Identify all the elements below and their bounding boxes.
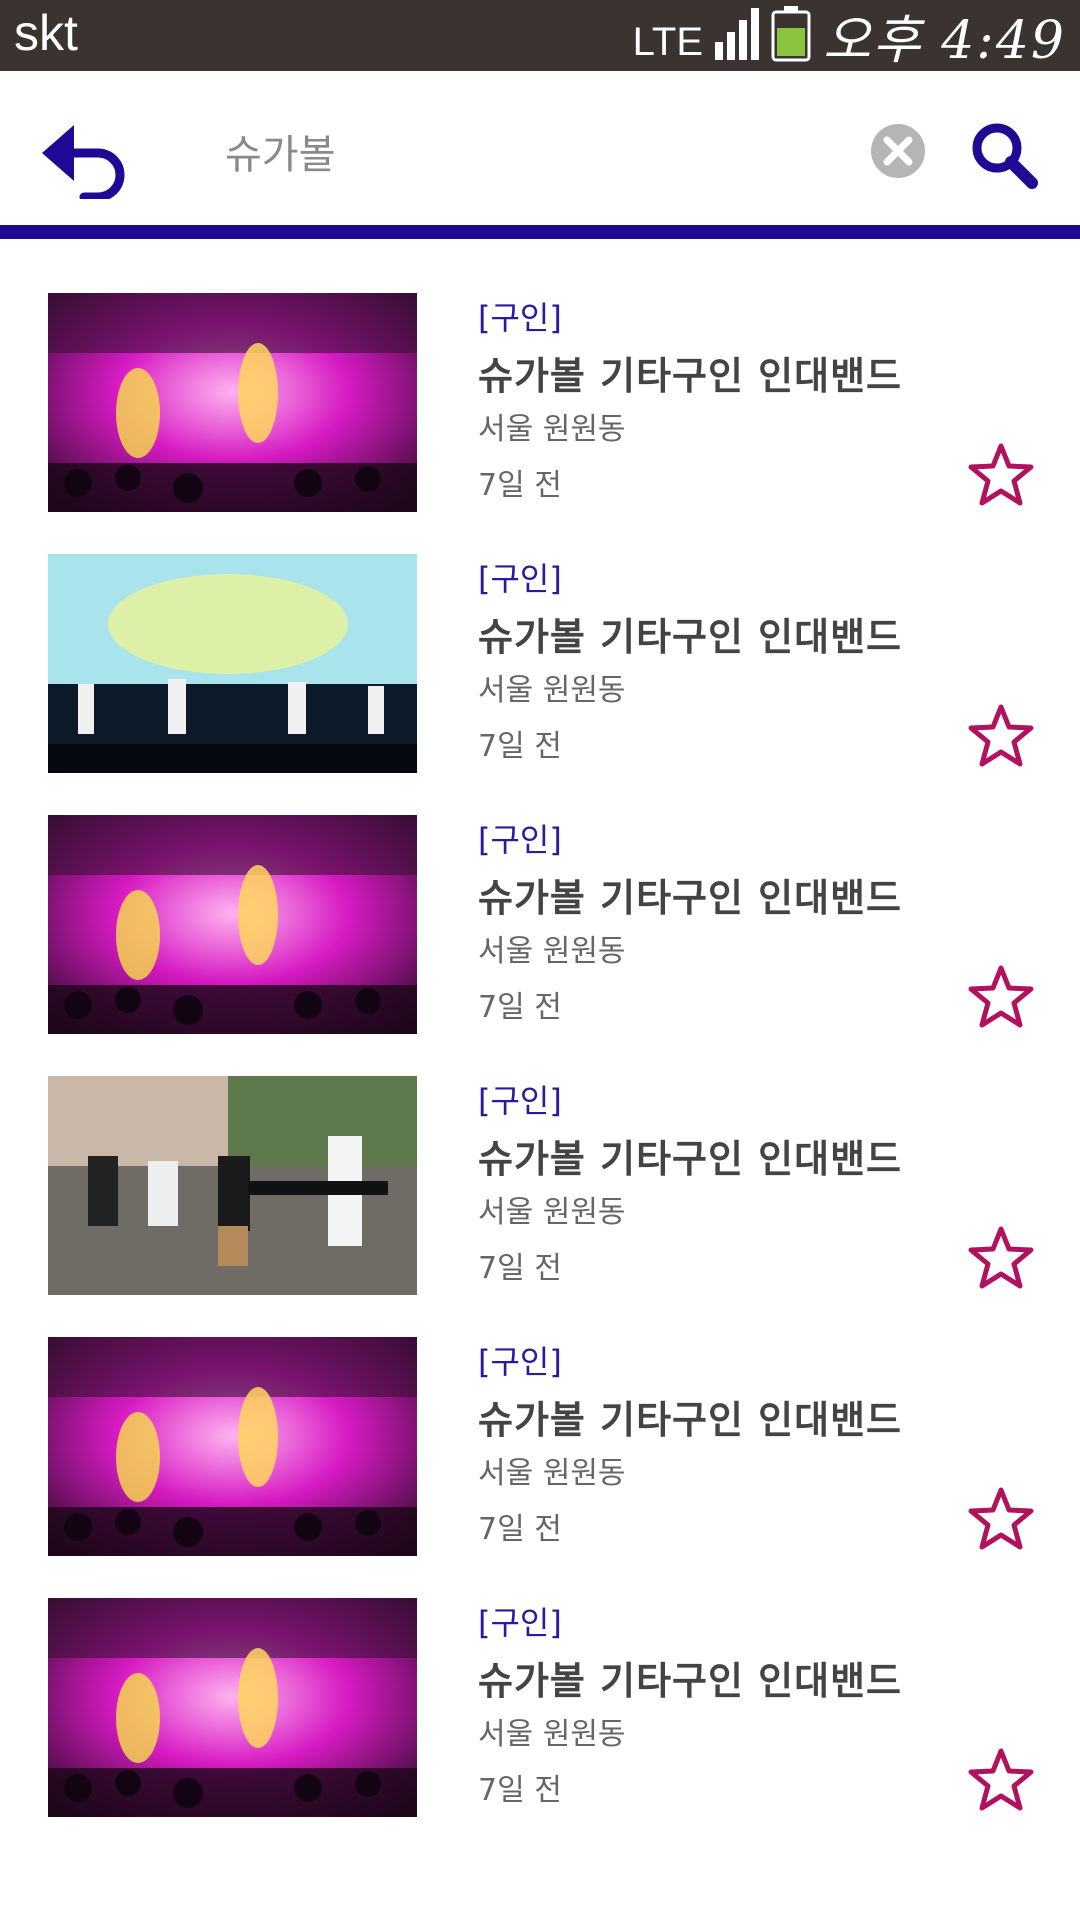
- thumbnail: [48, 1598, 417, 1817]
- list-item[interactable]: [구인] 슈가볼 기타구인 인대밴드 서울 원원동 7일 전: [0, 1544, 1080, 1817]
- item-tag: [구인]: [478, 1082, 562, 1120]
- item-location: 서울 원원동: [478, 1717, 626, 1752]
- thumbnail: [48, 1337, 417, 1556]
- header-divider: [0, 225, 1080, 239]
- item-title: 슈가볼 기타구인 인대밴드: [478, 1137, 903, 1181]
- battery-icon: [771, 5, 811, 66]
- item-location: 서울 원원동: [478, 1456, 626, 1491]
- favorite-button[interactable]: [968, 964, 1034, 1030]
- item-tag: [구인]: [478, 560, 562, 598]
- list-item[interactable]: [구인] 슈가볼 기타구인 인대밴드 서울 원원동 7일 전: [0, 239, 1080, 512]
- favorite-button[interactable]: [968, 1747, 1034, 1813]
- list-item[interactable]: [구인] 슈가볼 기타구인 인대밴드 서울 원원동 7일 전: [0, 500, 1080, 773]
- status-bar: skt LTE 오후 4:49: [0, 0, 1080, 71]
- favorite-button[interactable]: [968, 1225, 1034, 1291]
- item-date: 7일 전: [478, 1251, 562, 1286]
- clear-icon: [871, 124, 925, 178]
- item-tag: [구인]: [478, 821, 562, 859]
- undo-arrow-icon: [42, 125, 125, 202]
- item-tag: [구인]: [478, 299, 562, 337]
- star-icon: [968, 1226, 1034, 1289]
- network-type: LTE: [632, 20, 704, 64]
- search-icon: [972, 123, 1038, 189]
- star-icon: [968, 443, 1034, 506]
- item-date: 7일 전: [478, 990, 562, 1025]
- back-button[interactable]: [40, 119, 130, 202]
- item-location: 서울 원원동: [478, 934, 626, 969]
- list-item[interactable]: [구인] 슈가볼 기타구인 인대밴드 서울 원원동 7일 전: [0, 761, 1080, 1034]
- item-date: 7일 전: [478, 468, 562, 503]
- favorite-button[interactable]: [968, 1486, 1034, 1552]
- item-location: 서울 원원동: [478, 673, 626, 708]
- status-indicators: LTE 오후 4:49: [633, 0, 1066, 71]
- item-tag: [구인]: [478, 1604, 562, 1642]
- item-location: 서울 원원동: [478, 412, 626, 447]
- list-item[interactable]: [구인] 슈가볼 기타구인 인대밴드 서울 원원동 7일 전: [0, 1283, 1080, 1556]
- favorite-button[interactable]: [968, 442, 1034, 508]
- star-icon: [968, 1487, 1034, 1550]
- list-item[interactable]: [구인] 슈가볼 기타구인 인대밴드 서울 원원동 7일 전: [0, 1022, 1080, 1295]
- search-input[interactable]: [225, 121, 825, 181]
- carrier-label: skt: [14, 5, 78, 61]
- thumbnail: [48, 293, 417, 512]
- item-date: 7일 전: [478, 729, 562, 764]
- results-list: [구인] 슈가볼 기타구인 인대밴드 서울 원원동 7일 전 [구인] 슈가볼 …: [0, 239, 1080, 1817]
- thumbnail: [48, 815, 417, 1034]
- item-title: 슈가볼 기타구인 인대밴드: [478, 1659, 903, 1703]
- star-icon: [968, 704, 1034, 767]
- search-button[interactable]: [970, 121, 1038, 189]
- thumbnail: [48, 554, 417, 773]
- item-title: 슈가볼 기타구인 인대밴드: [478, 615, 903, 659]
- star-icon: [968, 1748, 1034, 1811]
- signal-icon: [715, 7, 760, 64]
- item-tag: [구인]: [478, 1343, 562, 1381]
- favorite-button[interactable]: [968, 703, 1034, 769]
- star-icon: [968, 965, 1034, 1028]
- item-title: 슈가볼 기타구인 인대밴드: [478, 354, 903, 398]
- item-date: 7일 전: [478, 1512, 562, 1547]
- thumbnail: [48, 1076, 417, 1295]
- clock: 오후 4:49: [823, 11, 1066, 71]
- item-date: 7일 전: [478, 1773, 562, 1808]
- clear-search-button[interactable]: [870, 123, 926, 179]
- search-header: [0, 71, 1080, 225]
- item-title: 슈가볼 기타구인 인대밴드: [478, 876, 903, 920]
- item-location: 서울 원원동: [478, 1195, 626, 1230]
- item-title: 슈가볼 기타구인 인대밴드: [478, 1398, 903, 1442]
